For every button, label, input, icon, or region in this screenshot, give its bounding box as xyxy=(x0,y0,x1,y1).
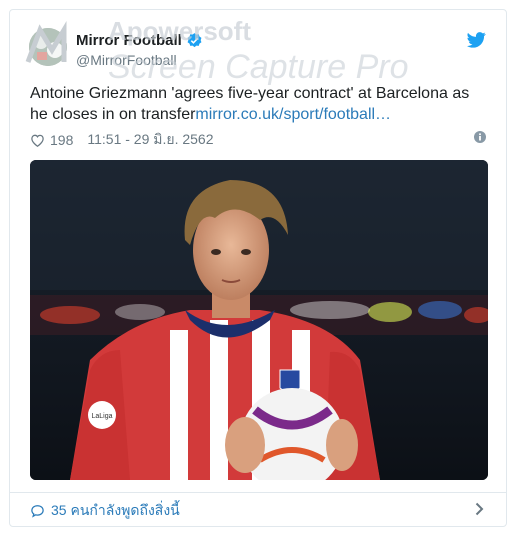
tweet-link[interactable]: mirror.co.uk/sport/football… xyxy=(195,106,391,123)
like-count[interactable]: 198 xyxy=(50,132,73,148)
account-handle[interactable]: @MirrorFootball xyxy=(76,52,177,68)
replies-link[interactable]: 35 คนกำลังพูดถึงสิ่งนี้ xyxy=(30,500,180,522)
account-avatar[interactable] xyxy=(29,28,67,66)
display-name[interactable]: Mirror Football xyxy=(76,32,203,49)
info-icon[interactable] xyxy=(474,131,486,143)
tweet-card: Mirror Football @MirrorFootball Antoine … xyxy=(9,9,507,527)
replies-label[interactable]: 35 คนกำลังพูดถึงสิ่งนี้ xyxy=(51,500,180,522)
tweet-media-photo[interactable]: LaLiga xyxy=(30,160,488,480)
player-photo: LaLiga xyxy=(30,160,488,480)
twitter-bird-icon[interactable] xyxy=(467,32,486,48)
heart-icon[interactable] xyxy=(30,133,45,147)
speech-bubble-icon xyxy=(31,505,44,518)
tweet-meta: 198 11:51 - 29 มิ.ย. 2562 xyxy=(30,129,214,151)
verified-badge-icon xyxy=(187,33,202,48)
tweet-timestamp[interactable]: 11:51 - 29 มิ.ย. 2562 xyxy=(87,129,213,151)
display-name-text[interactable]: Mirror Football xyxy=(76,32,182,49)
tweet-text: Antoine Griezmann 'agrees five-year cont… xyxy=(30,83,490,125)
laliga-patch-text: LaLiga xyxy=(91,413,112,420)
footer-divider xyxy=(10,492,506,493)
chevron-right-icon[interactable] xyxy=(475,502,484,516)
